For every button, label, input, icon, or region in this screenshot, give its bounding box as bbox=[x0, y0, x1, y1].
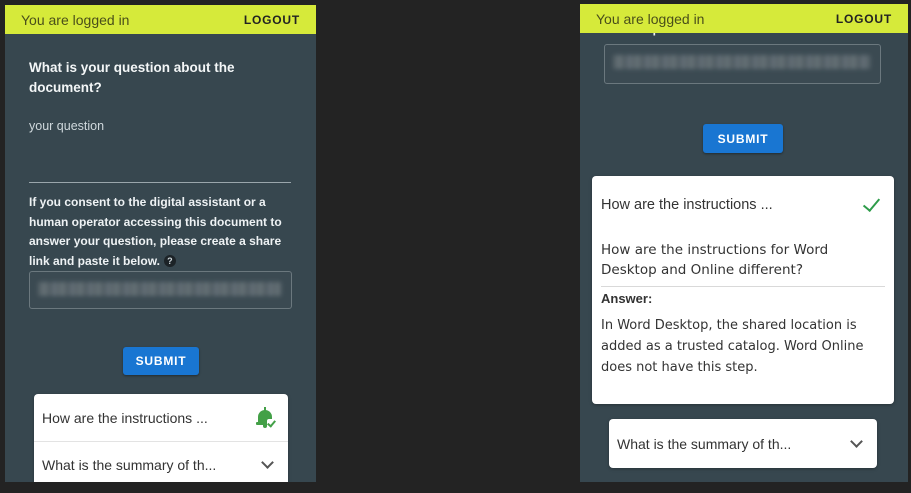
faq-item-label: What is the summary of th... bbox=[42, 457, 217, 473]
faq-expanded-item: How are the instructions ... How are the… bbox=[592, 176, 894, 404]
faq-item-header[interactable]: How are the instructions ... bbox=[592, 176, 894, 234]
top-bar: You are logged in LOGOUT bbox=[5, 5, 316, 34]
right-phone-screen: link and paste it below. You are logged … bbox=[580, 4, 908, 482]
answer-label: Answer: bbox=[601, 291, 653, 306]
faq-list: What is the summary of th... bbox=[609, 419, 877, 468]
faq-question: How are the instructions for Word Deskto… bbox=[601, 242, 829, 278]
logout-button[interactable]: LOGOUT bbox=[244, 13, 300, 27]
faq-item[interactable]: What is the summary of th... bbox=[609, 419, 877, 468]
question-heading: What is your question about the document… bbox=[29, 60, 235, 95]
submit-button[interactable]: SUBMIT bbox=[123, 347, 199, 375]
share-link-input[interactable] bbox=[604, 44, 881, 84]
redacted-link bbox=[38, 282, 281, 296]
logout-button[interactable]: LOGOUT bbox=[836, 12, 892, 26]
chevron-down-icon[interactable] bbox=[261, 456, 274, 469]
login-status: You are logged in bbox=[21, 11, 130, 28]
bell-check-icon bbox=[256, 406, 276, 429]
faq-item-label: How are the instructions ... bbox=[42, 409, 208, 426]
redacted-link bbox=[613, 55, 870, 69]
consent-text: If you consent to the digital assistant … bbox=[29, 193, 291, 271]
faq-item-label: What is the summary of th... bbox=[617, 435, 792, 452]
chevron-down-icon[interactable] bbox=[850, 434, 863, 448]
faq-item[interactable]: How are the instructions ... bbox=[34, 394, 288, 441]
top-bar: You are logged in LOGOUT bbox=[580, 4, 908, 33]
login-status: You are logged in bbox=[596, 10, 705, 27]
question-input[interactable]: your question bbox=[29, 113, 291, 183]
answer-text: In Word Desktop, the shared location is … bbox=[601, 318, 864, 375]
question-placeholder: your question bbox=[29, 119, 105, 133]
check-icon bbox=[862, 193, 881, 213]
help-icon[interactable]: ? bbox=[163, 255, 176, 268]
faq-item-label: How are the instructions ... bbox=[601, 197, 773, 213]
left-phone-screen: You are logged in LOGOUT What is your qu… bbox=[5, 5, 316, 482]
submit-button[interactable]: SUBMIT bbox=[703, 124, 783, 153]
divider bbox=[601, 286, 885, 287]
faq-item[interactable]: What is the summary of th... bbox=[34, 441, 288, 482]
share-link-input[interactable] bbox=[29, 271, 292, 309]
consent-label: If you consent to the digital assistant … bbox=[29, 195, 282, 268]
faq-list: How are the instructions ... What is the… bbox=[34, 394, 288, 482]
